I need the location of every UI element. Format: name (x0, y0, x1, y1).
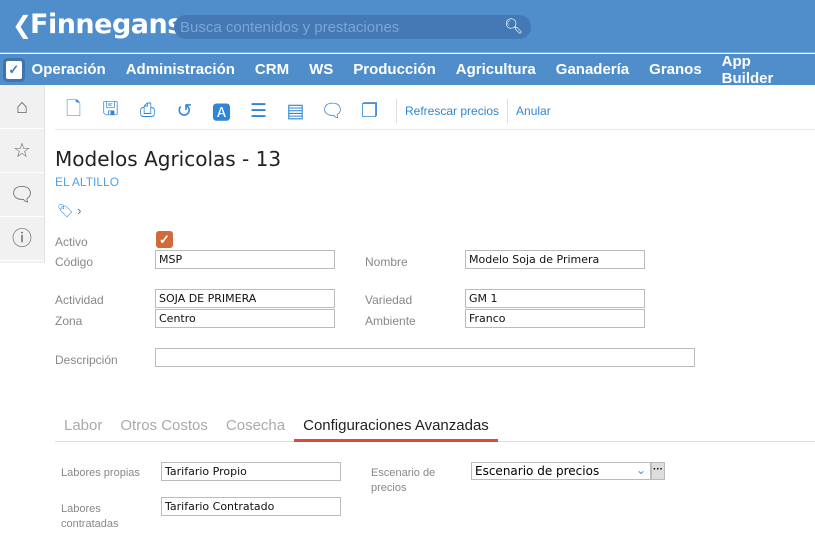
home-icon[interactable]: ⌂ (0, 85, 44, 129)
divider (507, 99, 509, 123)
logo[interactable]: ❮Finnegans (12, 9, 183, 40)
codigo-field[interactable]: MSP (155, 250, 335, 269)
codigo-label: Código (55, 255, 94, 269)
nav-ganaderia[interactable]: Ganadería (556, 61, 629, 78)
activo-label: Activo (55, 235, 88, 249)
actividad-label: Actividad (55, 293, 104, 307)
variedad-field[interactable]: GM 1 (465, 289, 645, 308)
page-title: Modelos Agricolas - 13 (55, 147, 282, 171)
nombre-field[interactable]: Modelo Soja de Primera (465, 250, 645, 269)
save-icon[interactable]: 🖫 (92, 95, 129, 127)
copy-icon[interactable]: ❐ (351, 100, 388, 123)
chevron-down-icon[interactable]: ⌄ (636, 463, 646, 477)
tab-cosecha[interactable]: Cosecha (217, 413, 294, 442)
divider (55, 129, 815, 130)
escenario-select[interactable]: Escenario de precios ⌄ (471, 462, 651, 480)
refresh-prices-button[interactable]: Refrescar precios (405, 104, 499, 118)
actividad-field[interactable]: SOJA DE PRIMERA (155, 289, 335, 308)
ambiente-label: Ambiente (365, 314, 416, 328)
tasks-icon[interactable]: ✓ (6, 60, 22, 79)
nav-app-builder[interactable]: App Builder (722, 53, 795, 87)
labores-contratadas-field[interactable]: Tarifario Contratado (161, 497, 341, 516)
chat-icon[interactable]: 🗨︎ (0, 173, 44, 217)
zona-field[interactable]: Centro (155, 309, 335, 328)
sidebar: ⌂ ☆ 🗨︎ ⓘ (0, 85, 45, 263)
escenario-label: Escenario de precios (371, 467, 436, 494)
activo-checkbox[interactable]: ✓ (156, 231, 173, 248)
print-icon[interactable]: ⎙ (129, 100, 166, 122)
ambiente-field[interactable]: Franco (465, 309, 645, 328)
cancel-button[interactable]: Anular (516, 104, 551, 118)
labores-propias-label: Labores propias (61, 467, 140, 479)
history-icon[interactable]: ↺ (166, 100, 203, 123)
nav-granos[interactable]: Granos (649, 61, 702, 78)
zona-label: Zona (55, 314, 83, 328)
more-options-button[interactable]: ··· (651, 462, 665, 480)
nav-ws[interactable]: WS (309, 61, 333, 78)
tab-otros-costos[interactable]: Otros Costos (111, 413, 217, 442)
text-document-icon[interactable]: 🅰︎ (203, 98, 240, 125)
main-nav: ✓ Operación Administración CRM WS Produc… (0, 53, 815, 87)
new-document-icon[interactable]: 🗋 (55, 95, 92, 127)
tab-labor[interactable]: Labor (55, 413, 111, 442)
tab-bar: Labor Otros Costos Cosecha Configuracion… (55, 413, 815, 442)
nav-agricultura[interactable]: Agricultura (456, 61, 536, 78)
search-input[interactable]: Busca contenidos y prestaciones 🔍︎ (174, 15, 531, 39)
divider (396, 99, 397, 123)
star-icon[interactable]: ☆ (0, 129, 44, 173)
nombre-label: Nombre (365, 255, 408, 269)
tab-configuraciones-avanzadas[interactable]: Configuraciones Avanzadas (294, 413, 498, 442)
help-icon[interactable]: ⓘ (0, 217, 44, 261)
nav-crm[interactable]: CRM (255, 61, 289, 78)
tag-icon[interactable]: 🏷︎ › (57, 203, 81, 219)
nav-produccion[interactable]: Producción (353, 61, 436, 78)
variedad-label: Variedad (365, 293, 413, 307)
search-icon[interactable]: 🔍︎ (504, 17, 523, 35)
company-link[interactable]: EL ALTILLO (55, 175, 119, 189)
nav-operacion[interactable]: Operación (32, 61, 106, 78)
labores-contratadas-label: Labores contratadas (61, 503, 119, 530)
report-icon[interactable]: ▤ (277, 100, 314, 123)
descripcion-label: Descripción (55, 353, 118, 367)
nav-administracion[interactable]: Administración (126, 61, 235, 78)
logo-icon: ❮ (12, 11, 32, 39)
checklist-icon[interactable]: ☰ (240, 100, 277, 123)
comment-icon[interactable]: 🗨︎ (314, 99, 351, 123)
descripcion-field[interactable] (155, 348, 695, 367)
labores-propias-field[interactable]: Tarifario Propio (161, 462, 341, 481)
toolbar: 🗋 🖫 ⎙ ↺ 🅰︎ ☰ ▤ 🗨︎ ❐ Refrescar precios An… (55, 97, 551, 125)
